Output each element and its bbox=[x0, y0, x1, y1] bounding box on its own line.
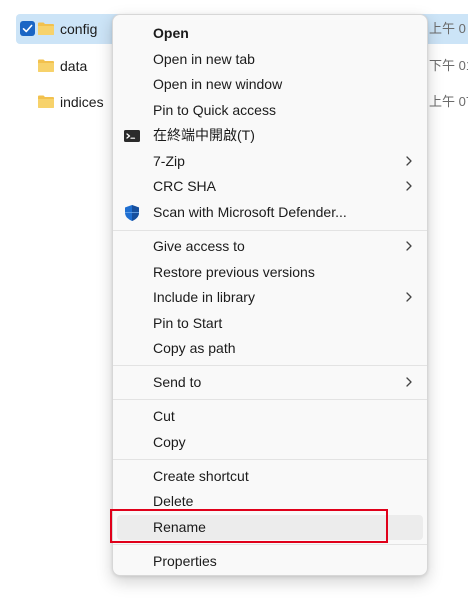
context-menu: Open Open in new tab Open in new window … bbox=[112, 14, 428, 576]
menu-label: 在終端中開啟(T) bbox=[153, 127, 255, 143]
chevron-right-icon bbox=[405, 154, 413, 166]
menu-separator bbox=[113, 365, 427, 366]
menu-separator bbox=[113, 399, 427, 400]
menu-label: Cut bbox=[153, 408, 175, 424]
rename-highlight-box bbox=[110, 509, 388, 543]
menu-item-open-terminal[interactable]: 在終端中開啟(T) bbox=[117, 123, 423, 148]
menu-item-cut[interactable]: Cut bbox=[117, 404, 423, 429]
menu-item-properties[interactable]: Properties bbox=[117, 549, 423, 574]
file-date: 下午 01 bbox=[429, 58, 468, 73]
folder-icon bbox=[37, 58, 55, 73]
menu-item-7zip[interactable]: 7-Zip bbox=[117, 149, 423, 174]
menu-label: 7-Zip bbox=[153, 153, 185, 169]
menu-item-restore-versions[interactable]: Restore previous versions bbox=[117, 260, 423, 285]
chevron-right-icon bbox=[405, 179, 413, 191]
menu-item-pin-start[interactable]: Pin to Start bbox=[117, 311, 423, 336]
menu-item-include-library[interactable]: Include in library bbox=[117, 285, 423, 310]
menu-label: Include in library bbox=[153, 289, 255, 305]
chevron-right-icon bbox=[405, 375, 413, 387]
menu-item-copy[interactable]: Copy bbox=[117, 430, 423, 455]
menu-label: CRC SHA bbox=[153, 178, 217, 194]
menu-item-create-shortcut[interactable]: Create shortcut bbox=[117, 464, 423, 489]
file-name: indices bbox=[60, 94, 104, 110]
checkbox-checked-icon[interactable] bbox=[20, 21, 35, 36]
chevron-right-icon bbox=[405, 290, 413, 302]
file-date: 上午 07 bbox=[429, 94, 468, 109]
menu-item-copy-path[interactable]: Copy as path bbox=[117, 336, 423, 361]
chevron-right-icon bbox=[405, 239, 413, 251]
menu-separator bbox=[113, 459, 427, 460]
defender-shield-icon bbox=[123, 204, 141, 222]
file-name: data bbox=[60, 58, 88, 74]
terminal-icon bbox=[123, 127, 141, 145]
menu-item-give-access[interactable]: Give access to bbox=[117, 234, 423, 259]
menu-label: Scan with Microsoft Defender... bbox=[153, 204, 347, 220]
menu-item-crc-sha[interactable]: CRC SHA bbox=[117, 174, 423, 199]
menu-label: Give access to bbox=[153, 238, 245, 254]
menu-item-open-new-tab[interactable]: Open in new tab bbox=[117, 47, 423, 72]
menu-label: Open in new tab bbox=[153, 51, 255, 67]
menu-label: Restore previous versions bbox=[153, 264, 315, 280]
folder-icon bbox=[37, 21, 55, 36]
menu-label: Copy as path bbox=[153, 340, 236, 356]
file-date: 上午 0 bbox=[429, 21, 466, 36]
menu-label: Properties bbox=[153, 553, 217, 569]
menu-label: Pin to Start bbox=[153, 315, 223, 331]
menu-item-send-to[interactable]: Send to bbox=[117, 370, 423, 395]
menu-label: Delete bbox=[153, 493, 194, 509]
menu-item-scan-defender[interactable]: Scan with Microsoft Defender... bbox=[117, 200, 423, 225]
menu-label: Send to bbox=[153, 374, 202, 390]
menu-label: Open in new window bbox=[153, 76, 283, 92]
folder-icon bbox=[37, 94, 55, 109]
menu-label: Open bbox=[153, 25, 189, 41]
menu-item-open-new-window[interactable]: Open in new window bbox=[117, 72, 423, 97]
menu-separator bbox=[113, 544, 427, 545]
file-name: config bbox=[60, 21, 98, 37]
menu-label: Copy bbox=[153, 434, 186, 450]
menu-label: Pin to Quick access bbox=[153, 102, 276, 118]
menu-item-pin-quick-access[interactable]: Pin to Quick access bbox=[117, 98, 423, 123]
menu-label: Create shortcut bbox=[153, 468, 249, 484]
menu-item-open[interactable]: Open bbox=[117, 21, 423, 46]
menu-separator bbox=[113, 230, 427, 231]
